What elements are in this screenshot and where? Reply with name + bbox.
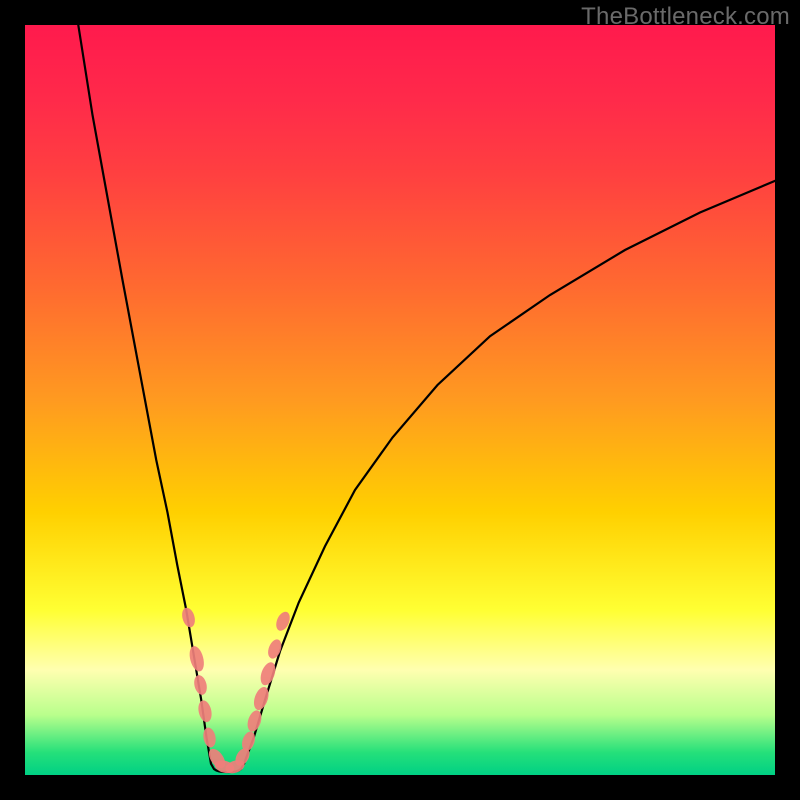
marker-dot xyxy=(202,727,218,749)
watermark-text: TheBottleneck.com xyxy=(581,3,790,31)
marker-cluster-right xyxy=(224,610,293,776)
marker-dot xyxy=(196,699,213,723)
chart-plot-area xyxy=(25,25,775,775)
marker-dot xyxy=(187,645,206,673)
marker-dot xyxy=(192,674,208,696)
bottleneck-curve xyxy=(78,20,781,772)
chart-svg xyxy=(25,25,775,775)
marker-dot xyxy=(180,606,197,629)
